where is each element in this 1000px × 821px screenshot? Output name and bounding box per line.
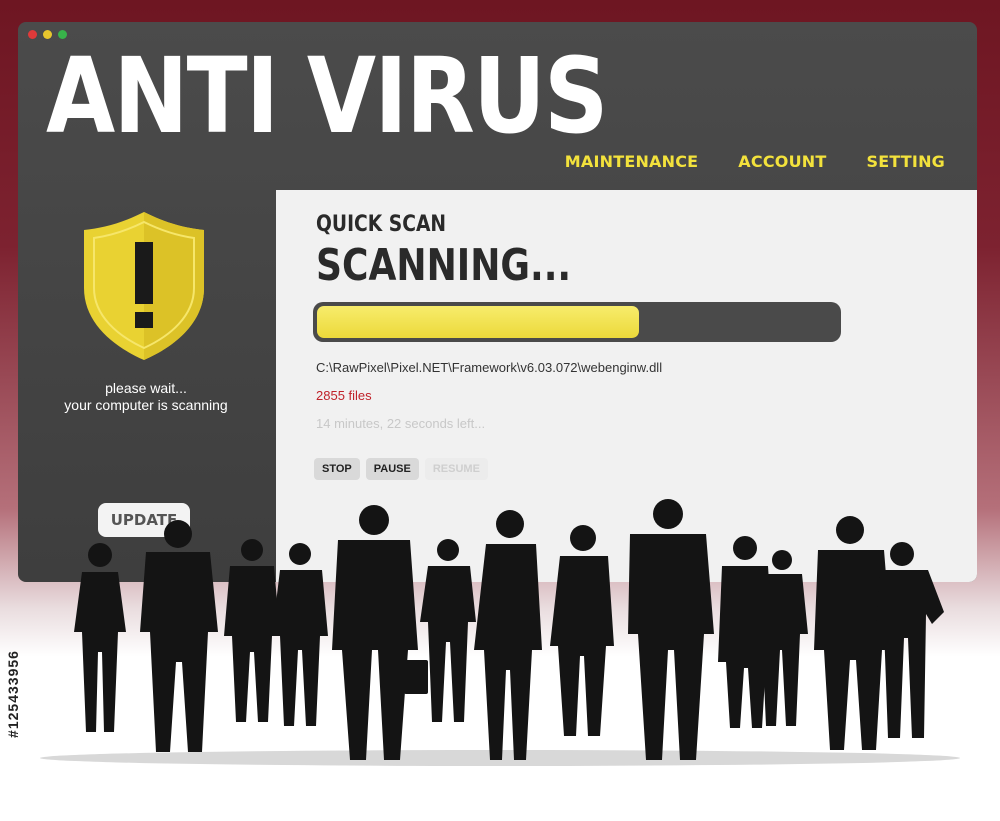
shield-warning-icon [84, 212, 204, 360]
wait-line-2: your computer is scanning [64, 397, 228, 413]
scan-progress-fill [317, 306, 640, 338]
wait-message: please wait... your computer is scanning [18, 380, 274, 414]
stock-image-id: #125433956 [5, 650, 21, 738]
current-file-path: C:\RawPixel\Pixel.NET\Framework\v6.03.07… [316, 360, 663, 375]
file-count: 2855 files [316, 388, 372, 403]
business-people-silhouettes [40, 499, 960, 766]
stop-button[interactable]: STOP [314, 458, 360, 480]
nav-account[interactable]: ACCOUNT [738, 152, 826, 171]
time-remaining: 14 minutes, 22 seconds left... [316, 416, 486, 431]
scan-status-heading: SCANNING... [316, 240, 572, 291]
nav-setting[interactable]: SETTING [866, 152, 945, 171]
close-dot-icon[interactable] [28, 30, 37, 39]
app-title: ANTI VIRUS [46, 35, 608, 157]
top-nav: MAINTENANCE ACCOUNT SETTING [565, 152, 945, 171]
scan-type-label: QUICK SCAN [316, 212, 447, 237]
scan-controls: STOP PAUSE RESUME [314, 458, 488, 480]
nav-maintenance[interactable]: MAINTENANCE [565, 152, 699, 171]
wait-line-1: please wait... [105, 380, 187, 396]
scan-progress-bar [313, 302, 841, 342]
pause-button[interactable]: PAUSE [365, 458, 419, 480]
resume-button: RESUME [424, 458, 488, 480]
